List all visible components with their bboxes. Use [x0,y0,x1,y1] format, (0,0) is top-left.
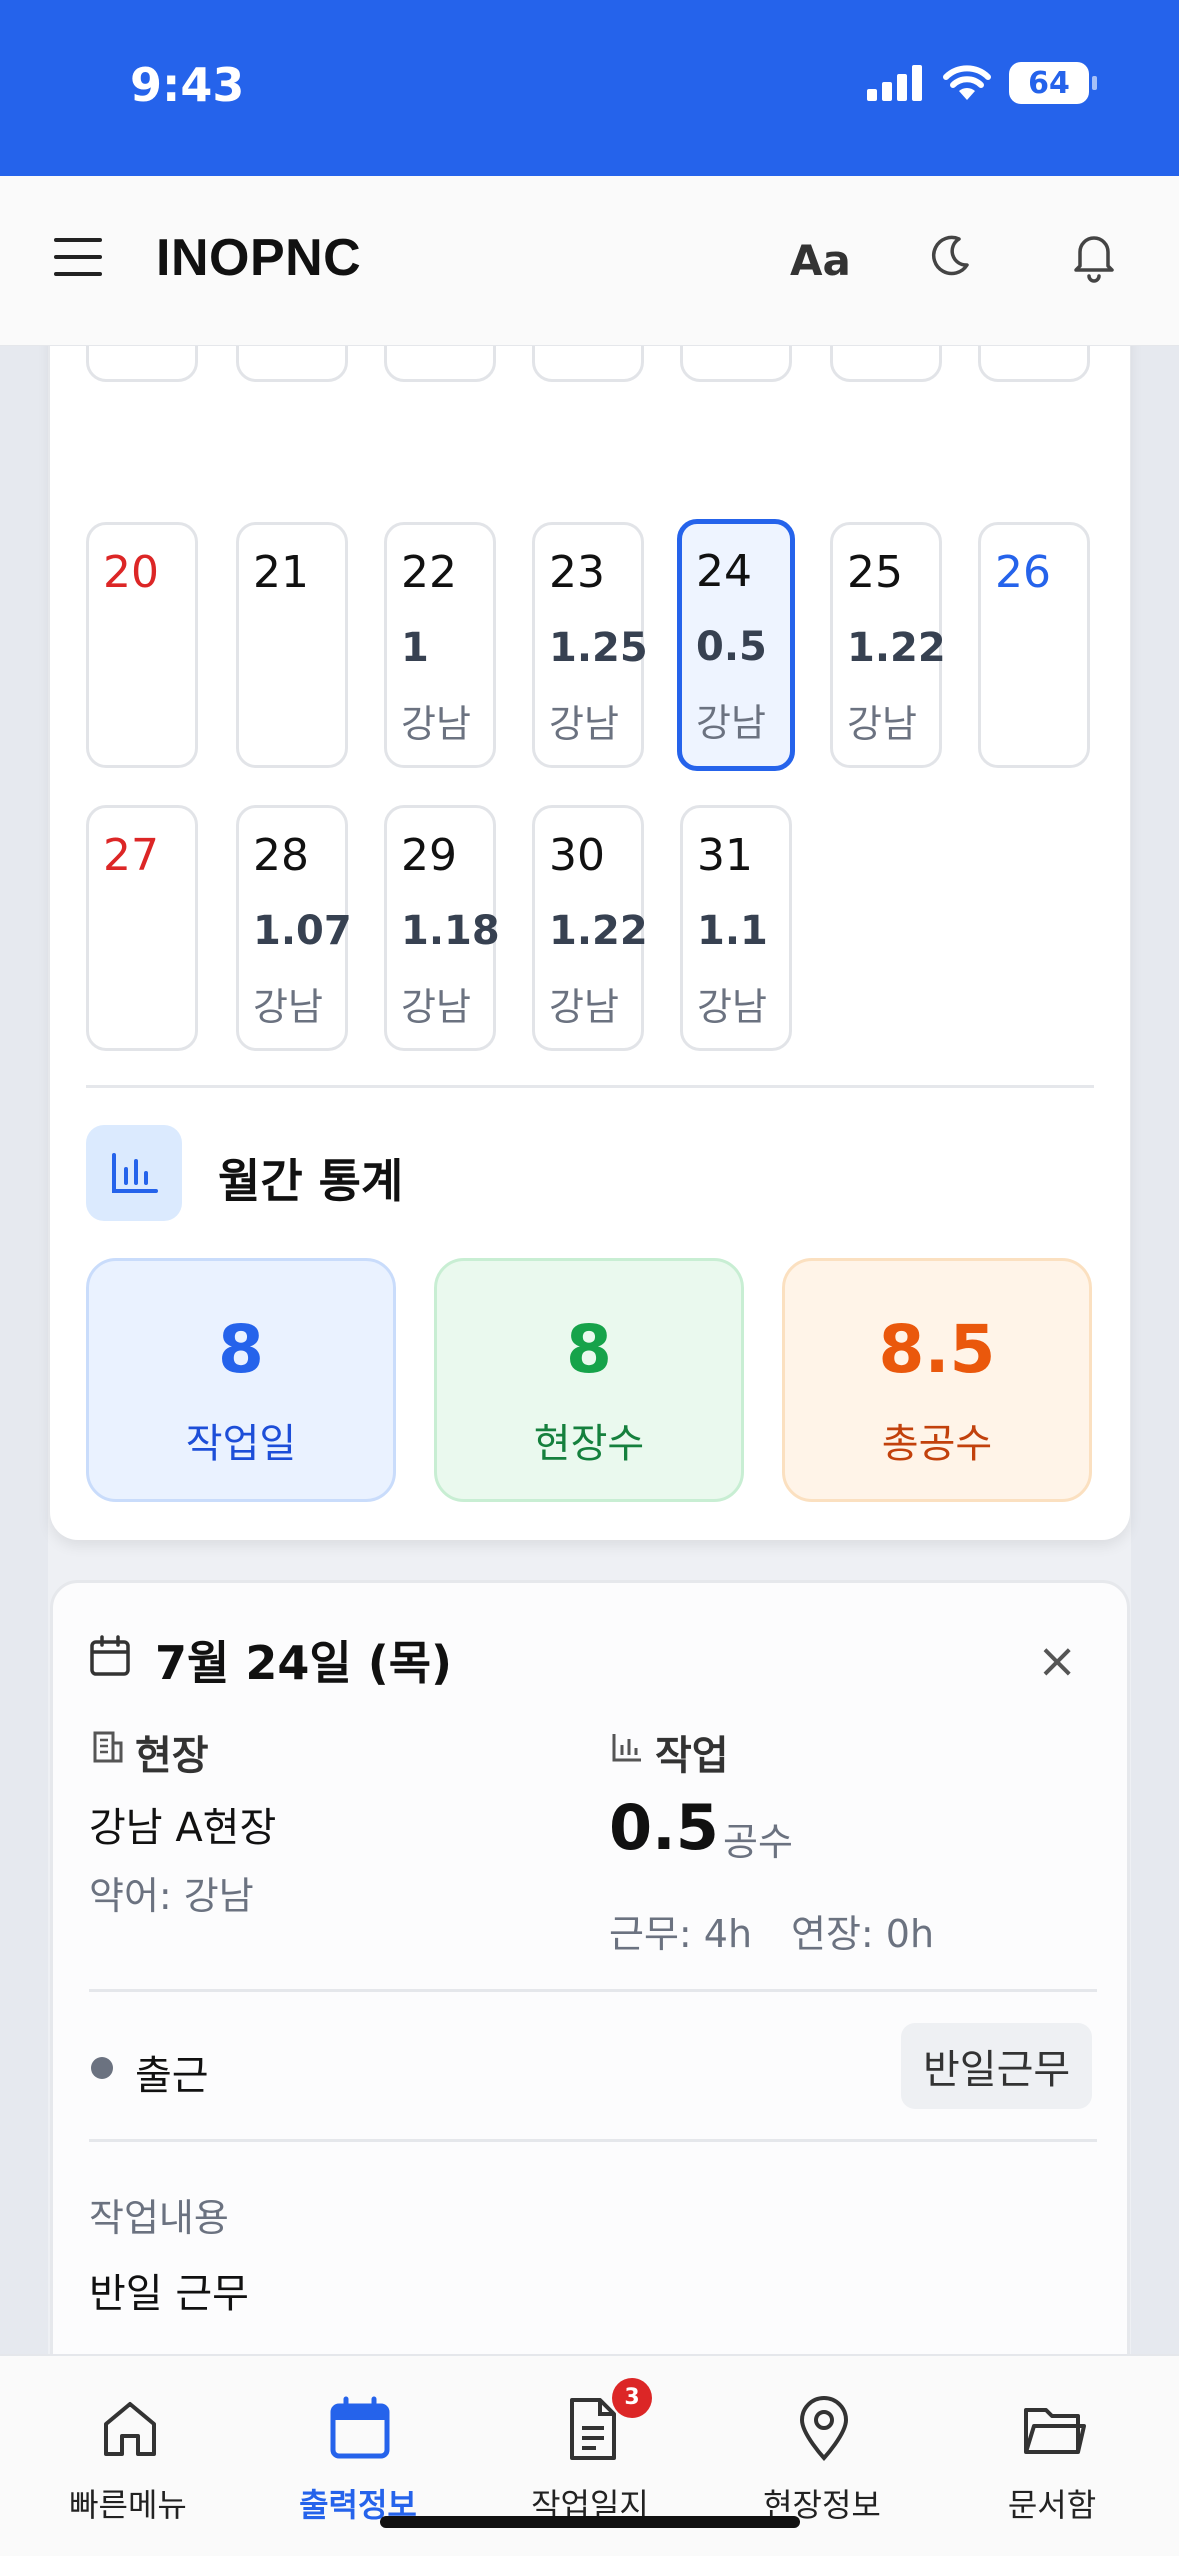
day-work-value: 0.5 [696,624,767,670]
calendar-day-30[interactable]: 30 1.22 강남 [532,805,648,1051]
status-icons: 64 [867,62,1097,104]
day-work-value: 1 [401,625,429,671]
nav-label: 빠른메뉴 [69,2486,187,2524]
day-number: 29 [401,830,457,881]
work-value: 0.5 [609,1791,719,1864]
day-number: 30 [549,830,605,881]
day-site-abbr: 강남 [549,985,619,1029]
app-title: INOPNC [156,229,362,287]
site-label: 현장 [135,1733,209,1779]
stat-sites-value: 8 [566,1311,612,1388]
calendar-day-29[interactable]: 29 1.18 강남 [384,805,500,1051]
close-icon[interactable]: × [1037,1633,1077,1689]
day-number: 25 [847,547,903,598]
bell-icon[interactable] [1068,228,1120,284]
day-site-abbr: 강남 [253,985,323,1029]
day-site-abbr: 강남 [549,702,619,746]
day-number: 22 [401,547,457,598]
day-number: 31 [697,830,753,881]
bar-chart-icon [612,1734,641,1762]
work-hours: 근무: 4h [609,1912,753,1956]
calendar-divider [86,1085,1094,1088]
stat-work-days-label: 작업일 [185,1421,297,1467]
status-time: 9:43 [130,58,245,112]
day-number: 26 [995,547,1051,598]
detail-divider [89,2139,1097,2142]
work-content: 반일 근무 [89,2271,249,2317]
battery-indicator: 64 [1009,62,1097,104]
calendar-day-24[interactable]: 24 0.5 강남 [677,519,795,771]
stat-work-days-value: 8 [218,1311,264,1388]
site-abbreviation: 약어: 강남 [89,1874,254,1918]
nav-quick-menu[interactable]: 빠른메뉴 [10,2356,246,2556]
day-work-value: 1.25 [549,625,648,671]
day-number: 21 [253,547,309,598]
wifi-icon [943,65,991,100]
stat-total-value: 8.5 [878,1311,996,1388]
attendance-status: 출근 [135,2053,209,2099]
status-dot [91,2057,113,2079]
day-work-value: 1.22 [847,625,946,671]
site-name: 강남 A현장 [89,1805,277,1851]
home-indicator [380,2516,800,2528]
day-work-value: 1.07 [253,908,352,954]
map-pin-icon [799,2396,849,2461]
calendar-card: 131415161718192021221강남231.25강남240.5강남25… [50,269,1130,1540]
calendar-day-27[interactable]: 27 [86,805,198,1051]
status-badge: 반일근무 [901,2023,1093,2109]
app-header: INOPNC Aa [0,176,1179,346]
bar-chart-icon [112,1153,158,1193]
work-unit: 공수 [723,1820,793,1864]
calendar-day-22[interactable]: 22 1 강남 [384,522,496,768]
nav-label: 문서함 [1007,2486,1097,2524]
work-label: 작업 [655,1733,729,1779]
calendar-icon [330,2396,390,2459]
font-size-button[interactable]: Aa [790,236,851,285]
calendar-icon [90,1635,130,1676]
day-work-value: 1.22 [549,908,648,954]
page-background-right [1131,346,1179,2356]
day-site-abbr: 강남 [401,985,471,1029]
day-site-abbr: 강남 [697,985,767,1029]
stat-work-days: 8 작업일 [86,1258,396,1502]
stats-icon-box [86,1125,182,1221]
nav-documents[interactable]: 문서함 [934,2356,1170,2556]
menu-icon[interactable] [54,238,102,278]
monthly-stats-title: 월간 통계 [218,1154,404,1208]
day-work-value: 1.1 [697,908,768,954]
day-number: 28 [253,830,309,881]
day-site-abbr: 강남 [401,702,471,746]
home-icon [104,2402,156,2456]
stat-total: 8.5 총공수 [782,1258,1092,1502]
day-number: 27 [103,830,159,881]
calendar-day-26[interactable]: 26 [978,522,1090,768]
work-content-label: 작업내용 [89,2196,229,2240]
signal-icon [867,65,922,101]
calendar-day-31[interactable]: 31 1.1 강남 [680,805,792,1051]
moon-icon[interactable] [925,231,975,281]
calendar-day-23[interactable]: 23 1.25 강남 [532,522,648,768]
building-icon [93,1731,123,1763]
status-bar: 9:43 64 [0,0,1179,176]
page-background-left [0,346,48,2356]
calendar-day-20[interactable]: 20 [86,522,198,768]
folder-icon [1024,2408,1086,2454]
day-number: 23 [549,547,605,598]
day-number: 24 [696,546,752,597]
calendar-day-25[interactable]: 25 1.22 강남 [830,522,946,768]
day-site-abbr: 강남 [847,702,917,746]
detail-divider [89,1989,1097,1992]
calendar-day-28[interactable]: 28 1.07 강남 [236,805,352,1051]
calendar-day-21[interactable]: 21 [236,522,348,768]
stat-sites-label: 현장수 [533,1421,645,1467]
stat-sites: 8 현장수 [434,1258,744,1502]
overtime-hours: 연장: 0h [791,1912,935,1956]
detail-date: 7월 24일 (목) [155,1636,453,1690]
stat-total-label: 총공수 [881,1421,993,1467]
day-number: 20 [103,547,159,598]
notification-badge: 3 [612,2378,652,2418]
day-site-abbr: 강남 [696,701,766,745]
day-work-value: 1.18 [401,908,500,954]
